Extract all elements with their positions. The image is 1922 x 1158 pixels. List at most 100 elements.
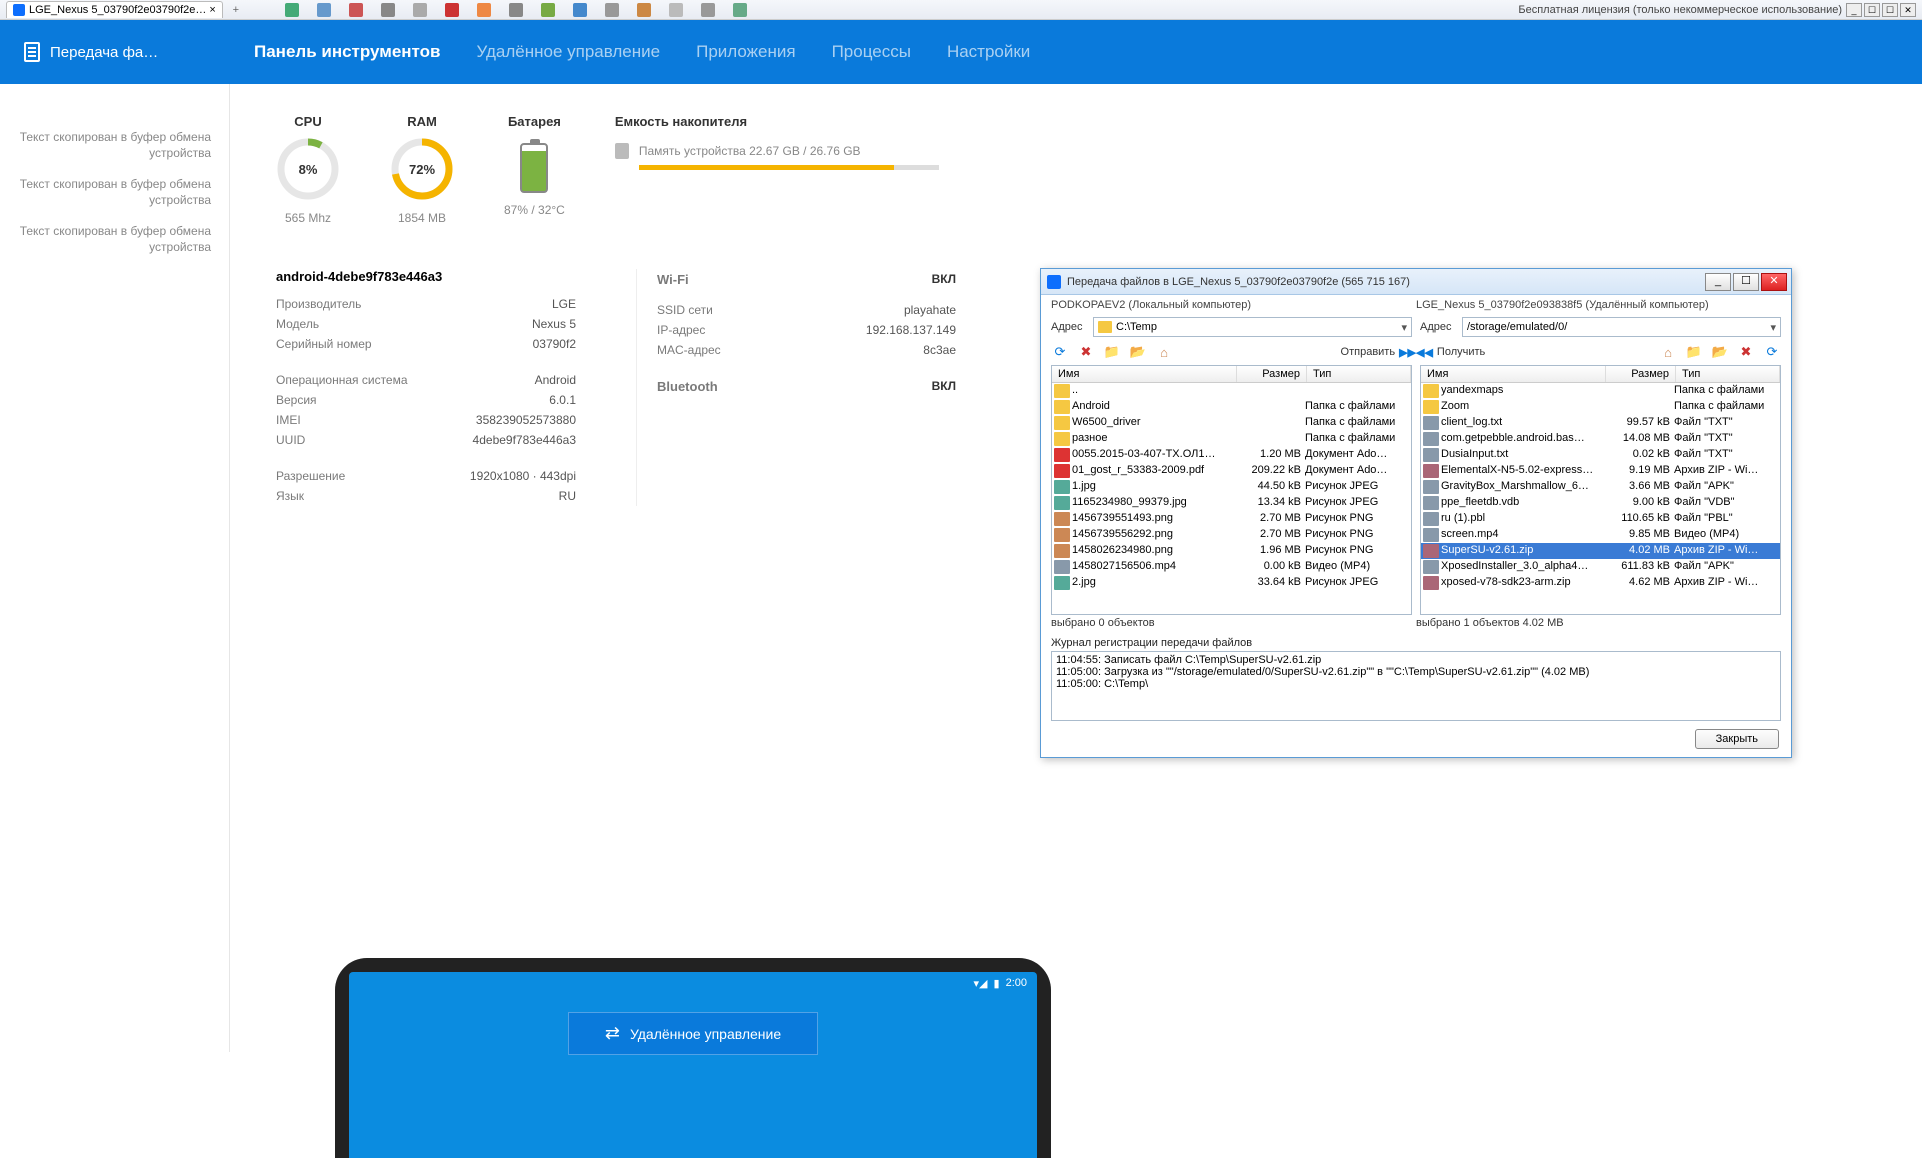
local-address-field[interactable]: C:\Temp ▾ — [1093, 317, 1412, 337]
maximize-button[interactable]: ☐ — [1864, 3, 1880, 17]
file-row[interactable]: SuperSU-v2.61.zip4.02 MBАрхив ZIP - Wi… — [1421, 543, 1780, 559]
home-icon[interactable]: ⌂ — [1659, 343, 1677, 361]
file-row[interactable]: 1456739556292.png2.70 MBРисунок PNG — [1052, 527, 1411, 543]
file-row[interactable]: W6500_driverПапка с файлами — [1052, 415, 1411, 431]
wifi-heading: Wi-Fi — [657, 272, 689, 287]
file-row[interactable]: AndroidПапка с файлами — [1052, 399, 1411, 415]
favicon[interactable] — [733, 3, 747, 17]
maximize-button[interactable]: ☐ — [1733, 273, 1759, 291]
favicon[interactable] — [381, 3, 395, 17]
favicon[interactable] — [317, 3, 331, 17]
file-row[interactable]: com.getpebble.android.bas…14.08 MBФайл "… — [1421, 431, 1780, 447]
col-size[interactable]: Размер — [1237, 366, 1307, 382]
browser-tab[interactable]: LGE_Nexus 5_03790f2e03790f2e… × — [6, 1, 223, 18]
arrow-left-icon: ◀◀ — [1416, 346, 1433, 359]
favicon[interactable] — [285, 3, 299, 17]
new-tab-button[interactable]: + — [227, 4, 245, 16]
delete-icon[interactable]: ✖ — [1077, 343, 1095, 361]
receive-button[interactable]: ◀◀ Получить — [1416, 346, 1485, 359]
minimize-button[interactable]: _ — [1846, 3, 1862, 17]
remote-control-button[interactable]: ⇄ Удалённое управление — [568, 1012, 818, 1055]
favicon[interactable] — [701, 3, 715, 17]
col-type[interactable]: Тип — [1307, 366, 1411, 382]
file-row[interactable]: разноеПапка с файлами — [1052, 431, 1411, 447]
close-button[interactable]: Закрыть — [1695, 729, 1779, 749]
window-title: Передача файлов в LGE_Nexus 5_03790f2e03… — [1067, 276, 1703, 288]
minimize-button[interactable]: _ — [1705, 273, 1731, 291]
phone-time: 2:00 — [1006, 977, 1027, 989]
favicon[interactable] — [349, 3, 363, 17]
file-row[interactable]: xposed-v78-sdk23-arm.zip4.62 MBАрхив ZIP… — [1421, 575, 1780, 591]
refresh-icon[interactable]: ⟳ — [1763, 343, 1781, 361]
local-file-list[interactable]: ..AndroidПапка с файламиW6500_driverПапк… — [1052, 383, 1411, 614]
col-name[interactable]: Имя — [1421, 366, 1606, 382]
nav-apps[interactable]: Приложения — [696, 42, 795, 62]
info-value: Android — [535, 373, 576, 387]
remote-address-field[interactable]: /storage/emulated/0/ ▾ — [1462, 317, 1781, 337]
file-size: 1.20 MB — [1235, 448, 1305, 462]
favicon[interactable] — [509, 3, 523, 17]
file-row[interactable]: 01_gost_r_53383-2009.pdf209.22 kBДокумен… — [1052, 463, 1411, 479]
refresh-icon[interactable]: ⟳ — [1051, 343, 1069, 361]
delete-icon[interactable]: ✖ — [1737, 343, 1755, 361]
close-button[interactable]: ✕ — [1761, 273, 1787, 291]
window-titlebar[interactable]: Передача файлов в LGE_Nexus 5_03790f2e03… — [1041, 269, 1791, 295]
file-row[interactable]: 1458027156506.mp40.00 kBВидео (MP4) — [1052, 559, 1411, 575]
wifi-icon: ▾◢ — [974, 977, 988, 990]
transfer-log[interactable]: 11:04:55: Записать файл C:\Temp\SuperSU-… — [1051, 651, 1781, 721]
dropdown-icon[interactable]: ▾ — [1770, 321, 1776, 334]
remote-file-list[interactable]: yandexmapsПапка с файламиZoomПапка с фай… — [1421, 383, 1780, 614]
home-icon[interactable]: ⌂ — [1155, 343, 1173, 361]
file-row[interactable]: 0055.2015-03-407-ТХ.ОЛ1…1.20 MBДокумент … — [1052, 447, 1411, 463]
file-row[interactable]: XposedInstaller_3.0_alpha4…611.83 kBФайл… — [1421, 559, 1780, 575]
file-name: 1456739551493.png — [1072, 512, 1235, 526]
favicon[interactable] — [541, 3, 555, 17]
file-row[interactable]: .. — [1052, 383, 1411, 399]
file-row[interactable]: yandexmapsПапка с файлами — [1421, 383, 1780, 399]
folder-up-icon[interactable]: 📁 — [1103, 343, 1121, 361]
favicon[interactable] — [573, 3, 587, 17]
file-row[interactable]: client_log.txt99.57 kBФайл "TXT" — [1421, 415, 1780, 431]
favicon[interactable] — [445, 3, 459, 17]
file-type: Папка с файлами — [1305, 400, 1409, 414]
favicon[interactable] — [477, 3, 491, 17]
file-size: 44.50 kB — [1235, 480, 1305, 494]
col-type[interactable]: Тип — [1676, 366, 1780, 382]
remote-label: LGE_Nexus 5_03790f2e093838f5 (Удалённый … — [1416, 299, 1781, 311]
file-name: SuperSU-v2.61.zip — [1441, 544, 1604, 558]
nav-panel[interactable]: Панель инструментов — [254, 42, 441, 62]
file-row[interactable]: 1458026234980.png1.96 MBРисунок PNG — [1052, 543, 1411, 559]
favicon[interactable] — [669, 3, 683, 17]
favicon[interactable] — [605, 3, 619, 17]
file-row[interactable]: ppe_fleetdb.vdb9.00 kBФайл "VDB" — [1421, 495, 1780, 511]
file-row[interactable]: 1456739551493.png2.70 MBРисунок PNG — [1052, 511, 1411, 527]
nav-remote[interactable]: Удалённое управление — [477, 42, 661, 62]
file-row[interactable]: DusiaInput.txt0.02 kBФайл "TXT" — [1421, 447, 1780, 463]
col-size[interactable]: Размер — [1606, 366, 1676, 382]
new-folder-icon[interactable]: 📂 — [1129, 343, 1147, 361]
favicon[interactable] — [637, 3, 651, 17]
col-name[interactable]: Имя — [1052, 366, 1237, 382]
file-row[interactable]: 2.jpg33.64 kBРисунок JPEG — [1052, 575, 1411, 591]
folder-up-icon[interactable]: 📁 — [1685, 343, 1703, 361]
close-button[interactable]: ✕ — [1900, 3, 1916, 17]
new-folder-icon[interactable]: 📂 — [1711, 343, 1729, 361]
nav-processes[interactable]: Процессы — [832, 42, 911, 62]
file-row[interactable]: 1165234980_99379.jpg13.34 kBРисунок JPEG — [1052, 495, 1411, 511]
nav-settings[interactable]: Настройки — [947, 42, 1030, 62]
send-button[interactable]: Отправить ▶▶ — [1341, 346, 1416, 359]
ram-label: RAM — [390, 114, 454, 129]
file-type: Документ Ado… — [1305, 464, 1409, 478]
swap-icon: ⇄ — [605, 1023, 620, 1044]
file-row[interactable]: ZoomПапка с файлами — [1421, 399, 1780, 415]
maximize-button[interactable]: ☐ — [1882, 3, 1898, 17]
file-row[interactable]: GravityBox_Marshmallow_6…3.66 MBФайл "AP… — [1421, 479, 1780, 495]
send-label: Отправить — [1341, 346, 1396, 358]
file-row[interactable]: 1.jpg44.50 kBРисунок JPEG — [1052, 479, 1411, 495]
file-row[interactable]: ElementalX-N5-5.02-express…9.19 MBАрхив … — [1421, 463, 1780, 479]
favicon[interactable] — [413, 3, 427, 17]
file-size: 2.70 MB — [1235, 512, 1305, 526]
file-row[interactable]: screen.mp49.85 MBВидео (MP4) — [1421, 527, 1780, 543]
file-row[interactable]: ru (1).pbl110.65 kBФайл "PBL" — [1421, 511, 1780, 527]
dropdown-icon[interactable]: ▾ — [1401, 321, 1407, 334]
